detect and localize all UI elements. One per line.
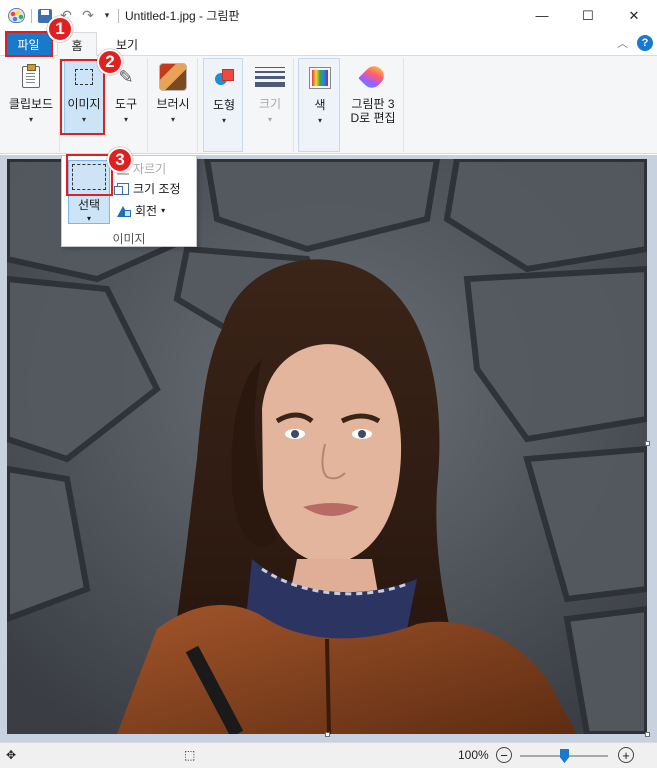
maximize-button[interactable]: ☐	[565, 0, 611, 31]
help-icon[interactable]: ?	[637, 35, 653, 51]
selection-size-icon: ⬚	[184, 748, 196, 762]
zoom-percentage: 100%	[458, 748, 489, 762]
paint3d-label-line1: 그림판 3	[351, 97, 395, 111]
colors-label: 색	[314, 98, 326, 112]
resize-button[interactable]: 크기 조정	[114, 180, 181, 197]
redo-icon[interactable]: ↷	[80, 7, 96, 24]
shapes-label: 도형	[212, 98, 236, 112]
clipboard-label: 클립보드	[8, 97, 54, 111]
select-label: 선택	[77, 198, 101, 212]
paint3d-label-line2: D로 편집	[350, 111, 396, 125]
zoom-out-button[interactable]: −	[496, 747, 512, 763]
step1-badge: 1	[47, 16, 73, 42]
paint3d-group: 그림판 3 D로 편집	[342, 58, 404, 152]
customize-toolbar-icon[interactable]: ▾	[102, 10, 112, 21]
shapes-icon	[213, 67, 235, 89]
zoom-slider[interactable]	[520, 749, 608, 763]
chevron-down-icon: ▾	[267, 115, 272, 124]
paint3d-icon	[358, 62, 388, 92]
edit-with-paint3d-button[interactable]: 그림판 3 D로 편집	[344, 61, 402, 125]
chevron-down-icon: ▾	[161, 206, 166, 215]
tools-label: 도구	[114, 97, 138, 111]
clipboard-group: 클립보드 ▾	[0, 58, 60, 152]
resize-icon	[114, 182, 129, 195]
clipboard-icon	[22, 64, 40, 88]
resize-handle-bottom[interactable]	[325, 732, 330, 737]
resize-handle-corner[interactable]	[645, 732, 650, 737]
colors-button[interactable]: 색 ▾	[301, 62, 339, 126]
chevron-down-icon: ▾	[221, 116, 226, 125]
window-controls: — ☐ ✕	[519, 0, 657, 31]
size-group: 크기 ▾	[246, 58, 294, 152]
size-label: 크기	[258, 97, 282, 111]
brushes-group: 브러시 ▾	[148, 58, 198, 152]
ribbon-tab-row: 파일 홈 보기 ︿ ?	[0, 31, 657, 57]
crop-label: 자르기	[133, 162, 167, 176]
chevron-down-icon: ▾	[317, 116, 322, 125]
title-bar: ↶ ↷ ▾ Untitled-1.jpg - 그림판 — ☐ ✕	[0, 0, 657, 31]
step1-highlight	[5, 31, 53, 57]
close-button[interactable]: ✕	[611, 0, 657, 31]
toolbar-divider	[31, 8, 32, 23]
brush-icon	[159, 63, 187, 91]
clipboard-button[interactable]: 클립보드 ▾	[6, 61, 56, 125]
zoom-slider-thumb[interactable]	[560, 749, 569, 763]
rotate-button[interactable]: 회전 ▾	[117, 202, 165, 219]
shapes-group: 도형 ▾	[203, 58, 243, 152]
brushes-button[interactable]: 브러시 ▾	[152, 61, 194, 125]
pencil-icon: ✎	[118, 66, 134, 87]
toolbar-divider	[118, 8, 119, 23]
chevron-down-icon: ▾	[123, 115, 128, 124]
line-size-icon	[255, 67, 285, 87]
status-bar: ✥ ⬚ 100% − +	[0, 742, 657, 768]
collapse-ribbon-icon[interactable]: ︿	[617, 35, 628, 51]
window-title: Untitled-1.jpg - 그림판	[125, 9, 240, 23]
step3-highlight	[66, 154, 113, 196]
color-palette-icon	[310, 68, 330, 88]
resize-handle-right[interactable]	[645, 441, 650, 446]
step2-highlight	[60, 59, 105, 135]
step3-badge: 3	[107, 147, 133, 173]
chevron-down-icon: ▾	[86, 214, 91, 223]
rotate-label: 회전	[135, 204, 158, 218]
brushes-label: 브러시	[156, 97, 190, 111]
image-group-label: 이미지	[112, 232, 146, 246]
colors-group: 색 ▾	[298, 58, 340, 152]
zoom-in-button[interactable]: +	[618, 747, 634, 763]
resize-label: 크기 조정	[133, 182, 181, 196]
size-button[interactable]: 크기 ▾	[250, 61, 290, 125]
paint-app-icon[interactable]	[8, 8, 25, 23]
chevron-down-icon: ▾	[28, 115, 33, 124]
step2-badge: 2	[97, 49, 123, 75]
rotate-icon	[117, 205, 131, 217]
chevron-down-icon: ▾	[170, 115, 175, 124]
shapes-button[interactable]: 도형 ▾	[206, 62, 242, 126]
cursor-position-icon: ✥	[6, 748, 17, 762]
minimize-button[interactable]: —	[519, 0, 565, 31]
